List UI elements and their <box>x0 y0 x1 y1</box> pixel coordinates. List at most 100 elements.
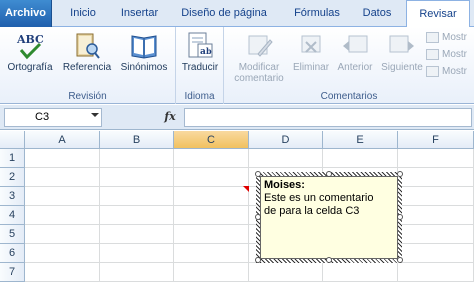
column-header-b[interactable]: B <box>100 131 174 149</box>
cell-a7[interactable] <box>25 263 100 282</box>
group-idioma-label: Idioma <box>184 91 215 102</box>
show-comment-icon <box>426 31 439 43</box>
previous-comment-button[interactable]: Anterior <box>332 29 378 84</box>
cell-b4[interactable] <box>100 206 174 225</box>
delete-comment-button[interactable]: Eliminar <box>290 29 332 84</box>
comment-box[interactable]: Moises: Este es un comentario de para la… <box>260 176 398 259</box>
show-all-comments-button[interactable]: Mostr <box>426 46 467 62</box>
cell-f2[interactable] <box>398 168 474 187</box>
cell-a2[interactable] <box>25 168 100 187</box>
cell-b7[interactable] <box>100 263 174 282</box>
comment-frame[interactable]: Moises: Este es un comentario de para la… <box>255 171 403 263</box>
row-header-7[interactable]: 7 <box>0 263 25 282</box>
row-header-2[interactable]: 2 <box>0 168 25 187</box>
delete-comment-label: Eliminar <box>292 62 330 73</box>
column-header-d[interactable]: D <box>249 131 323 149</box>
edit-comment-label-line1: Modificar <box>238 62 280 73</box>
cell-c1[interactable] <box>174 149 249 168</box>
cell-a1[interactable] <box>25 149 100 168</box>
tab-insertar[interactable]: Insertar <box>112 0 167 27</box>
previous-comment-icon <box>343 35 368 53</box>
row-header-5[interactable]: 5 <box>0 225 25 244</box>
comment-text-line1: Este es un comentario <box>264 192 374 204</box>
cell-d7[interactable] <box>249 263 323 282</box>
spreadsheet-grid: A B C D E F 1 2 3 4 5 6 7 Moises: Este e… <box>0 131 474 282</box>
row-header-3[interactable]: 3 <box>0 187 25 206</box>
show-ink-icon <box>426 65 439 77</box>
cell-a6[interactable] <box>25 244 100 263</box>
name-box[interactable]: C3 <box>4 108 102 127</box>
edit-comment-icon <box>248 35 273 57</box>
name-box-dropdown-icon[interactable] <box>91 113 99 117</box>
research-book-icon <box>76 33 100 59</box>
edit-comment-button[interactable]: Modificar comentario <box>228 29 290 84</box>
tab-diseno-de-pagina[interactable]: Diseño de página <box>174 0 274 27</box>
resize-handle-nw[interactable] <box>255 171 261 177</box>
cell-b2[interactable] <box>100 168 174 187</box>
cell-a3[interactable] <box>25 187 100 206</box>
cell-b6[interactable] <box>100 244 174 263</box>
translate-label: Traducir <box>181 62 219 73</box>
svg-text:b: b <box>206 46 212 56</box>
group-idioma: a b Traducir Idioma <box>176 27 224 104</box>
show-hide-comment-label: Mostr <box>442 31 467 43</box>
cell-e1[interactable] <box>323 149 398 168</box>
cell-c7[interactable] <box>174 263 249 282</box>
resize-handle-se[interactable] <box>397 257 403 263</box>
cell-b5[interactable] <box>100 225 174 244</box>
formula-input[interactable] <box>184 108 472 127</box>
spelling-button[interactable]: ABC Ortografía <box>2 29 58 84</box>
next-comment-button[interactable]: Siguiente <box>378 29 426 84</box>
research-button[interactable]: Referencia <box>60 29 114 84</box>
tab-archivo[interactable]: Archivo <box>0 0 52 27</box>
show-hide-comment-button[interactable]: Mostr <box>426 29 467 45</box>
column-header-f[interactable]: F <box>398 131 474 149</box>
resize-handle-e[interactable] <box>397 214 403 220</box>
ribbon-panel: ABC Ortografía Referencia Sinónimos Revi… <box>0 27 474 104</box>
cell-c2[interactable] <box>174 168 249 187</box>
cell-f7[interactable] <box>398 263 474 282</box>
select-all-corner[interactable] <box>0 131 25 149</box>
resize-handle-sw[interactable] <box>255 257 261 263</box>
comment-text-line2: de para la celda C3 <box>264 205 360 217</box>
resize-handle-w[interactable] <box>255 214 261 220</box>
cell-d1[interactable] <box>249 149 323 168</box>
cell-b1[interactable] <box>100 149 174 168</box>
column-header-c[interactable]: C <box>174 131 249 149</box>
cell-f6[interactable] <box>398 244 474 263</box>
group-comentarios-label: Comentarios <box>320 91 378 102</box>
cell-e7[interactable] <box>323 263 398 282</box>
show-ink-label: Mostr <box>442 65 467 77</box>
cell-c4[interactable] <box>174 206 249 225</box>
group-revision-label: Revisión <box>68 91 107 102</box>
resize-handle-n[interactable] <box>326 171 332 177</box>
cell-b3[interactable] <box>100 187 174 206</box>
cell-c6[interactable] <box>174 244 249 263</box>
cell-a4[interactable] <box>25 206 100 225</box>
thesaurus-button[interactable]: Sinónimos <box>116 29 172 84</box>
cell-f1[interactable] <box>398 149 474 168</box>
tab-datos[interactable]: Datos <box>356 0 398 27</box>
cell-a5[interactable] <box>25 225 100 244</box>
tab-inicio[interactable]: Inicio <box>58 0 108 27</box>
cell-c3[interactable] <box>174 187 249 206</box>
row-header-6[interactable]: 6 <box>0 244 25 263</box>
thesaurus-book-icon <box>131 35 157 59</box>
tab-revisar[interactable]: Revisar <box>406 0 470 28</box>
column-header-a[interactable]: A <box>25 131 100 149</box>
row-header-4[interactable]: 4 <box>0 206 25 225</box>
show-ink-button[interactable]: Mostr <box>426 63 467 79</box>
cell-f3[interactable] <box>398 187 474 206</box>
row-header-1[interactable]: 1 <box>0 149 25 168</box>
tab-formulas[interactable]: Fórmulas <box>286 0 348 27</box>
insert-function-icon[interactable]: fx <box>160 110 180 125</box>
cell-f5[interactable] <box>398 225 474 244</box>
research-label: Referencia <box>62 62 112 73</box>
resize-handle-ne[interactable] <box>397 171 403 177</box>
spelling-label: Ortografía <box>7 62 53 73</box>
translate-button[interactable]: a b Traducir <box>176 29 224 84</box>
column-header-e[interactable]: E <box>323 131 398 149</box>
cell-f4[interactable] <box>398 206 474 225</box>
resize-handle-s[interactable] <box>326 257 332 263</box>
cell-c5[interactable] <box>174 225 249 244</box>
